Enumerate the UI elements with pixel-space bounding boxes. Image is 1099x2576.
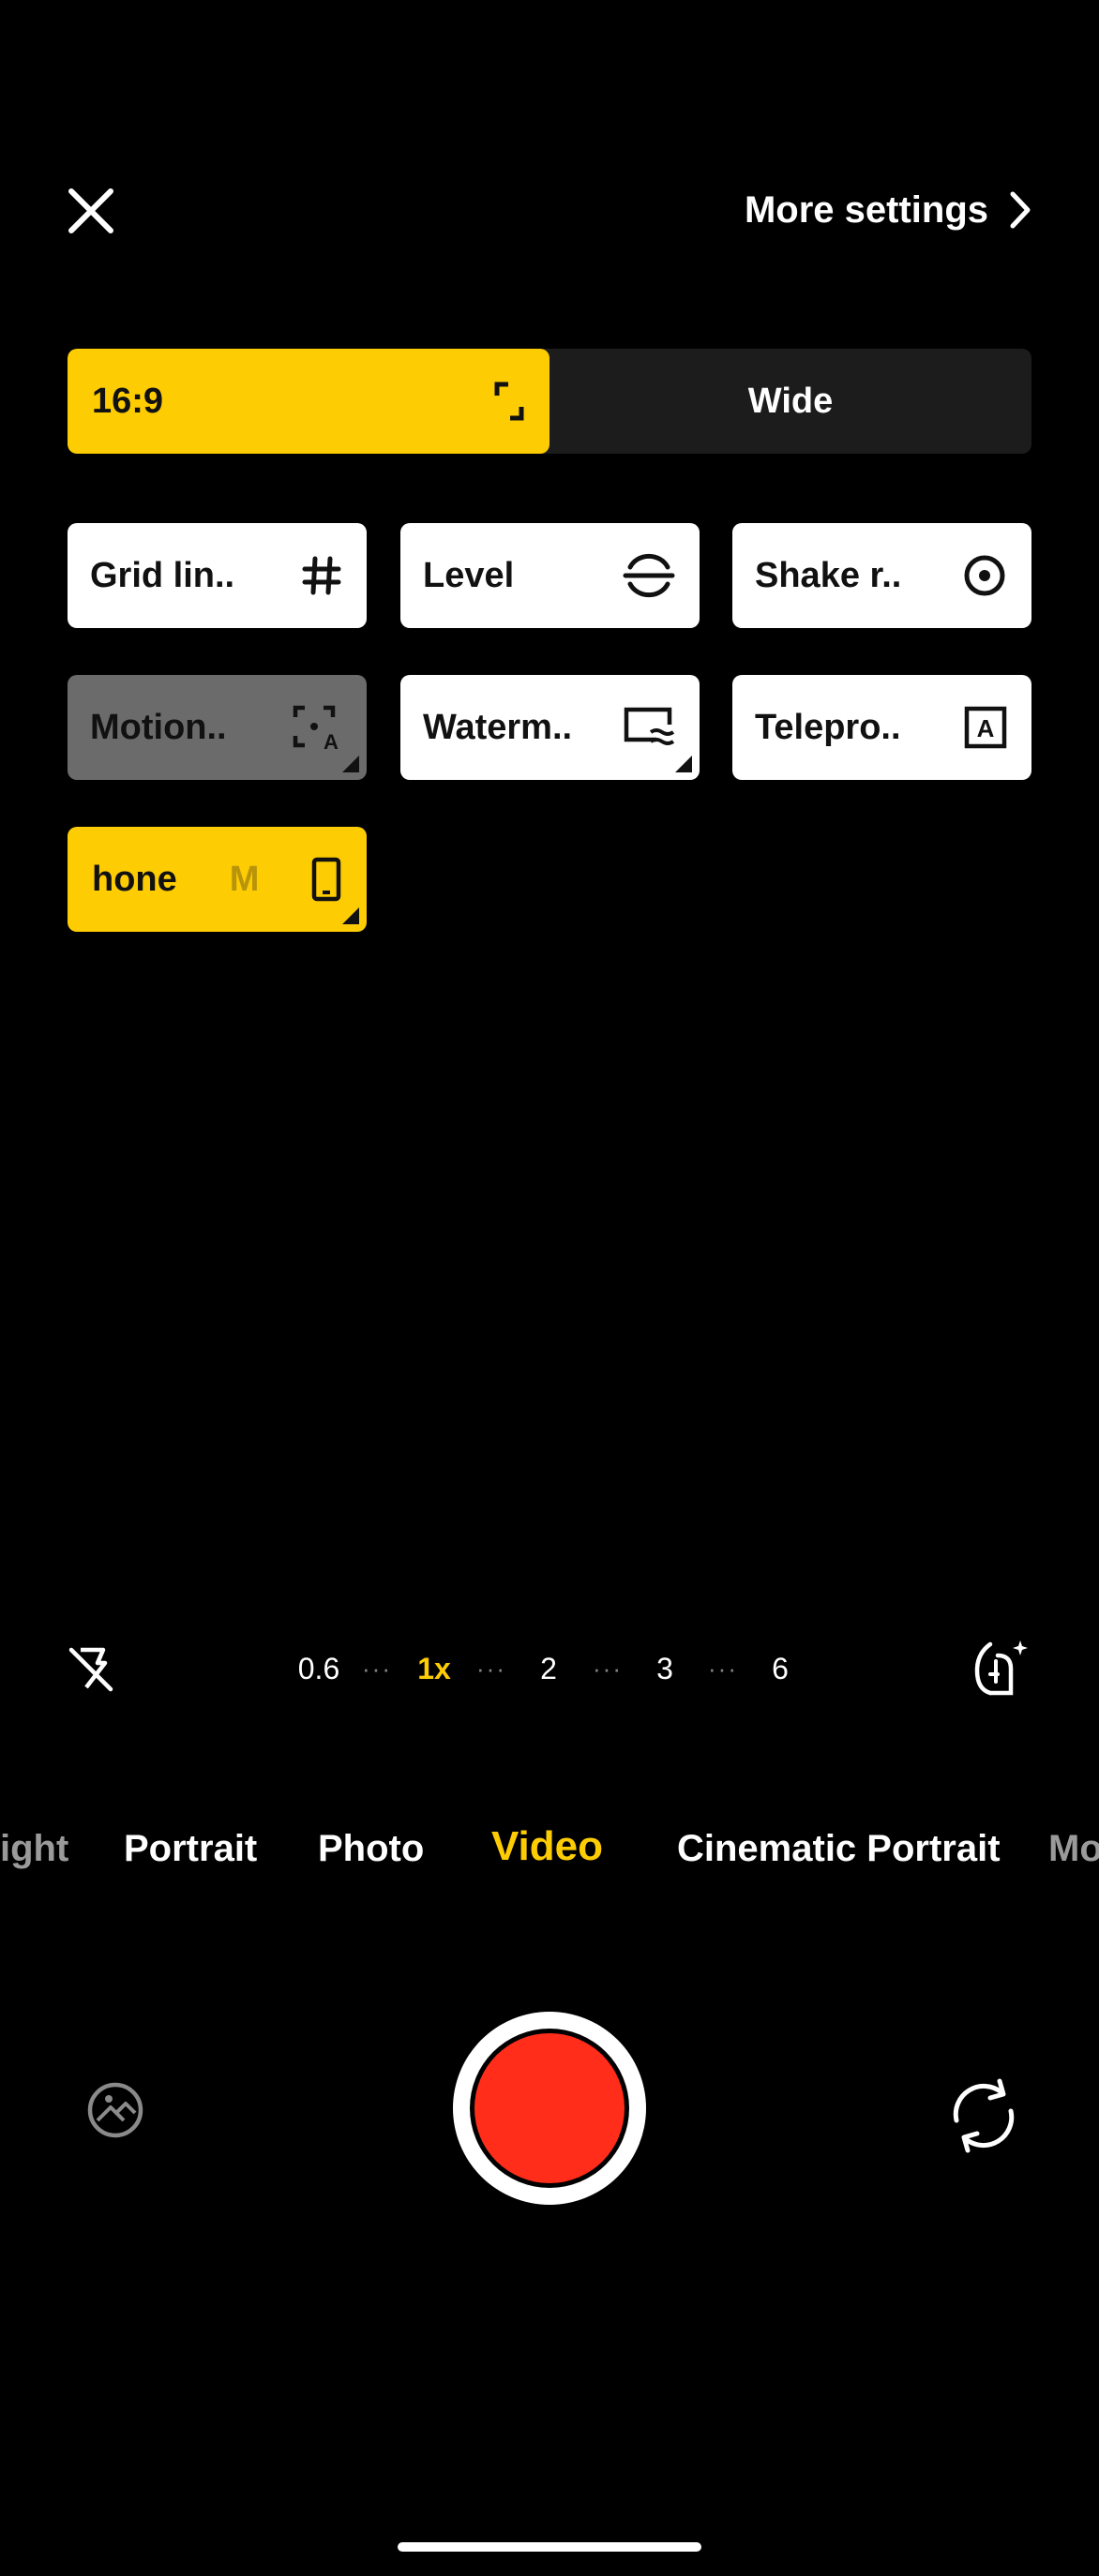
mode-video[interactable]: Video	[491, 1817, 603, 1877]
expand-corner-indicator	[342, 756, 359, 772]
aspect-16-9-label: 16:9	[92, 381, 164, 421]
record-dot	[474, 2033, 625, 2183]
expand-corner-indicator	[675, 756, 692, 772]
zoom-selector: 0.6 ··· 1x ··· 2 ··· 3 ··· 6	[0, 1640, 1099, 1697]
teleprompter-icon: A	[964, 706, 1007, 749]
close-button[interactable]	[58, 178, 124, 244]
phone-mode-label-next: M	[229, 859, 260, 899]
chevron-right-icon	[1010, 191, 1031, 229]
stabilization-icon	[964, 555, 1005, 596]
record-button[interactable]	[453, 2012, 646, 2205]
mode-cinematic-portrait[interactable]: Cinematic Portrait	[677, 1819, 1001, 1879]
watermark-label: Waterm..	[423, 707, 573, 747]
switch-camera-icon	[953, 2078, 1015, 2153]
grid-lines-toggle[interactable]: Grid lin..	[68, 523, 367, 628]
mode-photo[interactable]: Photo	[318, 1819, 424, 1879]
zoom-dots: ···	[708, 1655, 738, 1683]
svg-text:A: A	[977, 714, 995, 742]
zoom-dots: ···	[362, 1655, 392, 1683]
phone-mode-label: hone	[92, 859, 177, 899]
aspect-ratio-toggle: 16:9 Wide	[68, 349, 1031, 454]
mode-portrait[interactable]: Portrait	[124, 1819, 257, 1879]
auto-focus-track-icon: A	[293, 705, 339, 751]
motion-tracking-label: Motion..	[90, 707, 227, 747]
gallery-icon	[87, 2082, 143, 2138]
shake-reduction-label: Shake r..	[755, 555, 902, 595]
aspect-wide-label: Wide	[747, 381, 834, 421]
shake-reduction-toggle[interactable]: Shake r..	[732, 523, 1031, 628]
mode-night[interactable]: ight	[0, 1819, 68, 1879]
beauty-filter-button[interactable]	[970, 1635, 1033, 1699]
svg-text:A: A	[324, 730, 339, 751]
grid-hash-icon	[302, 556, 341, 595]
phone-mode-text: hone M	[92, 860, 259, 900]
teleprompter-label: Telepro..	[755, 707, 901, 747]
level-label: Level	[423, 555, 515, 595]
zoom-2[interactable]: 2	[540, 1640, 557, 1697]
teleprompter-toggle[interactable]: Telepro.. A	[732, 675, 1031, 780]
zoom-dots: ···	[476, 1655, 506, 1683]
mode-more[interactable]: Mo	[1048, 1819, 1099, 1879]
motion-tracking-toggle[interactable]: Motion.. A	[68, 675, 367, 780]
more-settings-button[interactable]: More settings	[745, 184, 1031, 236]
grid-lines-label: Grid lin..	[90, 555, 235, 595]
level-icon	[623, 553, 675, 598]
zoom-3[interactable]: 3	[656, 1640, 673, 1697]
phone-mode-toggle[interactable]: hone M	[68, 827, 367, 932]
face-sparkle-icon	[974, 1640, 1028, 1696]
phone-icon	[311, 857, 341, 902]
watermark-toggle[interactable]: Waterm..	[400, 675, 700, 780]
switch-camera-button[interactable]	[943, 2075, 1024, 2156]
aspect-16-9-option[interactable]: 16:9	[68, 349, 550, 454]
more-settings-label: More settings	[744, 188, 988, 231]
gallery-button[interactable]	[60, 2074, 171, 2147]
zoom-6[interactable]: 6	[772, 1640, 789, 1697]
level-toggle[interactable]: Level	[400, 523, 700, 628]
aspect-wide-option[interactable]: Wide	[550, 349, 1031, 454]
expand-corner-indicator	[342, 907, 359, 924]
watermark-icon	[624, 707, 675, 745]
home-indicator[interactable]	[398, 2542, 701, 2552]
zoom-dots: ···	[593, 1655, 623, 1683]
record-button-ring	[470, 2029, 629, 2188]
frame-corners-icon	[494, 382, 524, 421]
close-icon	[68, 188, 113, 233]
zoom-1x[interactable]: 1x	[417, 1640, 451, 1697]
zoom-0-6[interactable]: 0.6	[298, 1640, 339, 1697]
